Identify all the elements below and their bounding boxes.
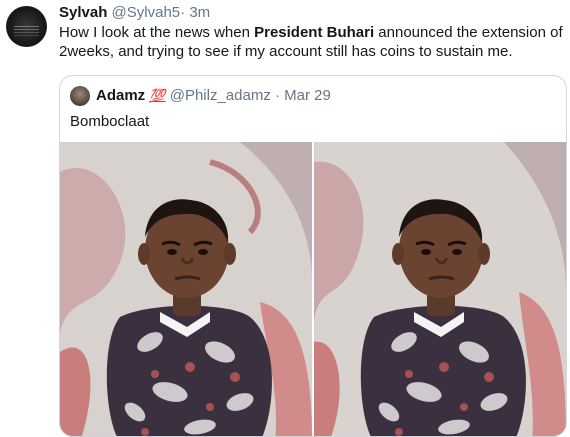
separator-dot: · [180, 4, 186, 21]
child-photo-illustration-2 [314, 142, 566, 436]
tweet-text-bold: President Buhari [254, 24, 375, 41]
quoted-tweet[interactable]: Adamz 💯 @Philz_adamz · Mar 29 Bomboclaat [59, 75, 567, 437]
quoted-author-name[interactable]: Adamz [96, 87, 145, 104]
tweet-time[interactable]: 3m [189, 4, 210, 21]
tweet-text: How I look at the news when President Bu… [59, 23, 564, 61]
quoted-author-handle[interactable]: @Philz_adamz [170, 87, 271, 104]
quoted-tweet-header: Adamz 💯 @Philz_adamz · Mar 29 [96, 86, 331, 106]
author-handle[interactable]: @Sylvah5 [112, 4, 181, 21]
author-name[interactable]: Sylvah [59, 4, 107, 21]
author-avatar[interactable] [6, 6, 47, 47]
quoted-tweet-text: Bomboclaat [70, 113, 150, 130]
quoted-separator-dot: · [275, 87, 280, 104]
quoted-photo-2[interactable] [314, 142, 566, 436]
child-photo-illustration [60, 142, 312, 436]
quoted-author-avatar[interactable] [70, 86, 90, 106]
hundred-points-emoji: 💯 [149, 88, 166, 103]
tweet-header: Sylvah @Sylvah5· 3m [59, 4, 210, 22]
quoted-tweet-time[interactable]: Mar 29 [284, 87, 331, 104]
tweet-text-part1: How I look at the news when [59, 24, 255, 41]
quoted-photo-1[interactable] [60, 142, 312, 436]
